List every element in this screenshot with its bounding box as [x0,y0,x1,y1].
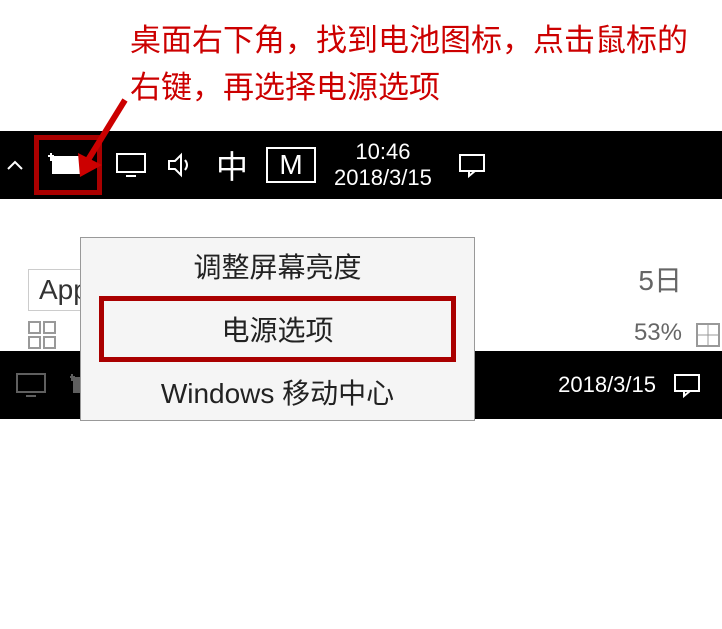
monitor-icon[interactable] [14,371,48,399]
notifications-icon[interactable] [672,371,702,399]
date-text: 2018/3/15 [334,165,432,191]
menu-item-brightness[interactable]: 调整屏幕亮度 [81,238,474,294]
menu-item-mobility-center[interactable]: Windows 移动中心 [81,364,474,420]
m-tray-icon[interactable]: M [266,147,316,183]
instruction-text: 桌面右下角，找到电池图标，点击鼠标的右键，再选择电源选项 [130,18,692,111]
notifications-icon[interactable] [442,131,502,199]
date-text-bottom[interactable]: 2018/3/15 [558,372,656,398]
expand-icon[interactable] [694,321,722,349]
speaker-icon[interactable] [156,131,206,199]
battery-context-menu: 调整屏幕亮度 电源选项 Windows 移动中心 [80,237,475,421]
grid-view-icon[interactable] [26,319,58,351]
menu-item-power-options[interactable]: 电源选项 [99,296,456,362]
annotation-arrow [70,95,130,170]
time-text: 10:46 [355,139,410,165]
partial-date-text: 5日 [638,259,682,299]
clock-date[interactable]: 10:46 2018/3/15 [334,139,432,192]
percent-text: 53% [634,319,682,347]
ime-indicator[interactable]: 中 [206,131,258,199]
chevron-up-icon[interactable] [0,131,30,199]
